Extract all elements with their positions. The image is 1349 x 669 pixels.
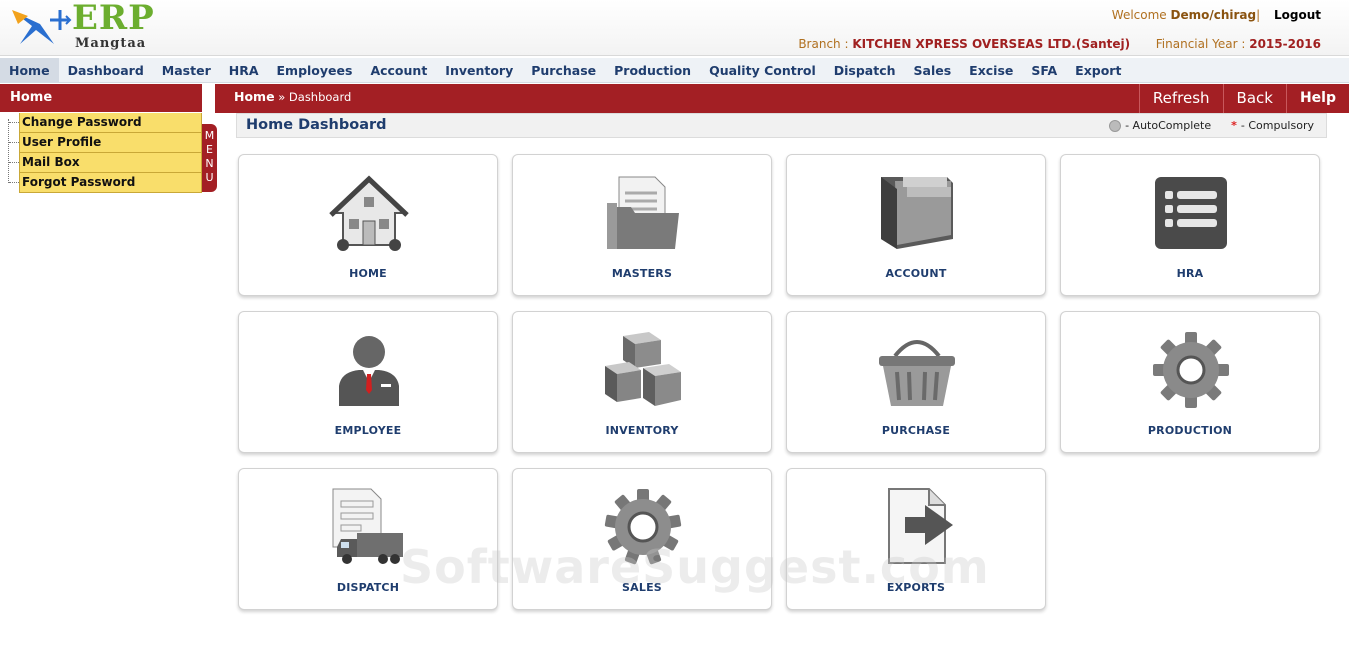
left-panel-title: Home bbox=[0, 84, 202, 112]
tile-purchase[interactable]: PURCHASE bbox=[786, 311, 1046, 453]
tile-production[interactable]: PRODUCTION bbox=[1060, 311, 1320, 453]
truck-document-icon bbox=[332, 488, 403, 564]
arrow-logo-icon bbox=[12, 10, 72, 44]
breadcrumb-current: » Dashboard bbox=[278, 90, 352, 104]
compulsory-star: * bbox=[1231, 119, 1237, 132]
financial-year-label: Financial Year : bbox=[1155, 37, 1246, 51]
basket-icon bbox=[879, 340, 955, 406]
nav-item-employees[interactable]: Employees bbox=[268, 58, 362, 83]
tile-hra[interactable]: HRA bbox=[1060, 154, 1320, 296]
menu-toggle-tab[interactable]: M E N U bbox=[202, 124, 217, 192]
refresh-button[interactable]: Refresh bbox=[1138, 84, 1223, 113]
tile-label: EMPLOYEE bbox=[334, 424, 402, 437]
nav-item-sales[interactable]: Sales bbox=[905, 58, 961, 83]
nav-item-excise[interactable]: Excise bbox=[960, 58, 1022, 83]
tile-label: ACCOUNT bbox=[885, 267, 947, 280]
breadcrumb: Home » Dashboard bbox=[234, 84, 351, 110]
autocomplete-icon bbox=[1109, 119, 1122, 132]
erp-logo[interactable]: ERP Mangtaa bbox=[10, 0, 160, 54]
page-title: Home Dashboard bbox=[246, 117, 387, 133]
house-icon bbox=[329, 175, 409, 251]
nav-item-production[interactable]: Production bbox=[605, 58, 700, 83]
tile-label: PRODUCTION bbox=[1147, 424, 1233, 437]
tile-label: HOME bbox=[349, 267, 387, 280]
nav-item-hra[interactable]: HRA bbox=[220, 58, 268, 83]
tile-account[interactable]: ACCOUNT bbox=[786, 154, 1046, 296]
tile-label: MASTERS bbox=[611, 267, 673, 280]
welcome-area: Welcome Demo/chirag| Logout bbox=[1112, 8, 1321, 22]
gear-icon bbox=[1153, 332, 1229, 408]
gear-icon bbox=[604, 489, 682, 565]
tile-inventory[interactable]: INVENTORY bbox=[512, 311, 772, 453]
user-name: Demo/chirag bbox=[1170, 8, 1257, 22]
breadcrumb-root[interactable]: Home bbox=[234, 89, 275, 104]
nav-item-sfa[interactable]: SFA bbox=[1022, 58, 1066, 83]
tile-label: HRA bbox=[1176, 267, 1204, 280]
menu-item-forgot-password[interactable]: Forgot Password bbox=[9, 173, 202, 193]
welcome-label: Welcome bbox=[1111, 8, 1167, 22]
field-legend: - AutoComplete * - Compulsory bbox=[1109, 119, 1314, 132]
menu-item-change-password[interactable]: Change Password bbox=[9, 113, 202, 133]
folder-document-icon bbox=[607, 176, 679, 249]
tile-masters[interactable]: MASTERS bbox=[512, 154, 772, 296]
wallet-icon bbox=[881, 177, 953, 249]
nav-item-quality-control[interactable]: Quality Control bbox=[700, 58, 825, 83]
tile-label: PURCHASE bbox=[881, 424, 951, 437]
menu-item-mail-box[interactable]: Mail Box bbox=[9, 153, 202, 173]
nav-item-dispatch[interactable]: Dispatch bbox=[825, 58, 905, 83]
nav-item-inventory[interactable]: Inventory bbox=[436, 58, 522, 83]
nav-item-dashboard[interactable]: Dashboard bbox=[59, 58, 153, 83]
home-tree-menu: Change Password User Profile Mail Box Fo… bbox=[8, 113, 208, 193]
legend-autocomplete: - AutoComplete bbox=[1125, 119, 1212, 132]
tile-home[interactable]: HOME bbox=[238, 154, 498, 296]
tile-dispatch[interactable]: DISPATCH bbox=[238, 468, 498, 610]
tile-label: EXPORTS bbox=[886, 581, 946, 594]
nav-item-purchase[interactable]: Purchase bbox=[522, 58, 605, 83]
financial-year-value: 2015-2016 bbox=[1249, 37, 1321, 51]
logout-link[interactable]: Logout bbox=[1274, 8, 1321, 22]
tile-label: DISPATCH bbox=[336, 581, 400, 594]
legend-compulsory: - Compulsory bbox=[1240, 119, 1314, 132]
logo-text: ERP bbox=[72, 0, 155, 38]
main-nav: Home Dashboard Master HRA Employees Acco… bbox=[0, 58, 1349, 83]
back-button[interactable]: Back bbox=[1222, 84, 1286, 113]
menu-item-user-profile[interactable]: User Profile bbox=[9, 133, 202, 153]
tile-exports[interactable]: EXPORTS bbox=[786, 468, 1046, 610]
page-title-bar: Home Dashboard - AutoComplete * - Compul… bbox=[236, 113, 1327, 138]
tile-label: INVENTORY bbox=[605, 424, 679, 437]
export-arrow-icon bbox=[888, 488, 953, 564]
tile-label: SALES bbox=[622, 581, 662, 594]
nav-item-export[interactable]: Export bbox=[1066, 58, 1130, 83]
breadcrumb-toolbar: Home » Dashboard Refresh Back Help bbox=[215, 84, 1349, 113]
branch-value: KITCHEN XPRESS OVERSEAS LTD.(Santej) bbox=[852, 37, 1131, 51]
app-header: ERP Mangtaa Welcome Demo/chirag| Logout … bbox=[0, 0, 1349, 56]
boxes-icon bbox=[605, 332, 681, 406]
nav-item-home[interactable]: Home bbox=[0, 58, 59, 83]
logo-subtext: Mangtaa bbox=[75, 36, 147, 51]
tile-employee[interactable]: EMPLOYEE bbox=[238, 311, 498, 453]
person-icon bbox=[339, 336, 399, 406]
help-button[interactable]: Help bbox=[1285, 84, 1349, 113]
nav-item-account[interactable]: Account bbox=[361, 58, 436, 83]
branch-info: Branch : KITCHEN XPRESS OVERSEAS LTD.(Sa… bbox=[798, 37, 1321, 51]
branch-label: Branch : bbox=[798, 37, 849, 51]
tile-sales[interactable]: SALES bbox=[512, 468, 772, 610]
welcome-separator: | bbox=[1256, 8, 1261, 22]
nav-item-master[interactable]: Master bbox=[153, 58, 220, 83]
list-icon bbox=[1155, 177, 1227, 249]
